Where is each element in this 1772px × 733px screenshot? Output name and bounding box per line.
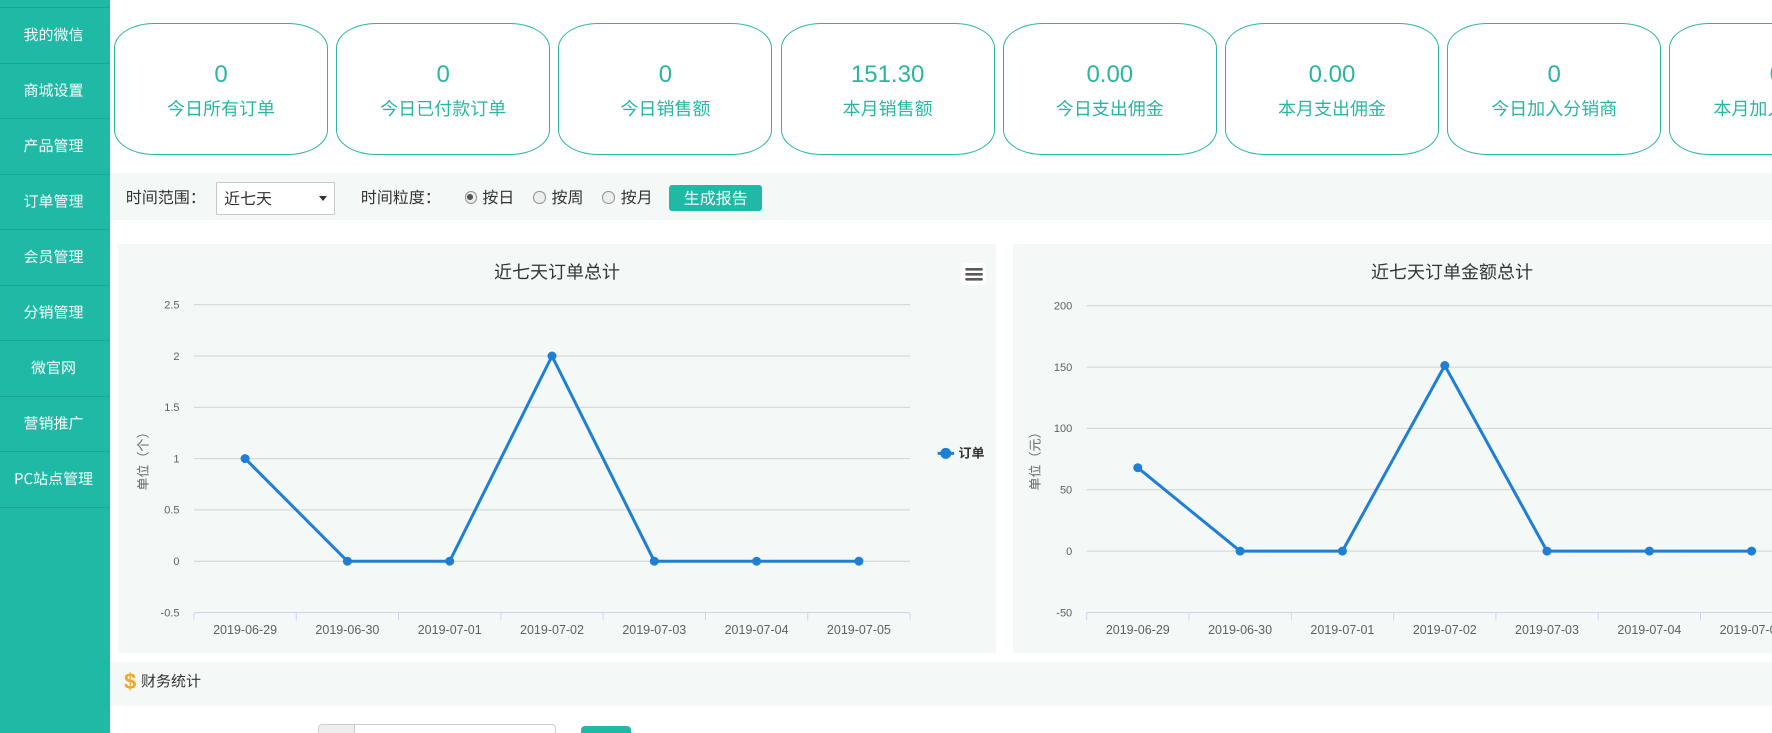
svg-text:2019-07-02: 2019-07-02 — [1413, 622, 1477, 636]
svg-text:2019-06-30: 2019-06-30 — [315, 622, 379, 636]
svg-text:2019-06-30: 2019-06-30 — [1208, 622, 1272, 636]
svg-text:2019-07-03: 2019-07-03 — [622, 622, 686, 636]
svg-text:2019-07-03: 2019-07-03 — [1515, 622, 1579, 636]
svg-text:2: 2 — [173, 350, 179, 362]
svg-text:2019-06-29: 2019-06-29 — [1106, 622, 1170, 636]
svg-text:2.5: 2.5 — [164, 299, 179, 311]
svg-text:2019-07-01: 2019-07-01 — [418, 622, 482, 636]
svg-text:2019-06-29: 2019-06-29 — [213, 622, 277, 636]
svg-text:50: 50 — [1060, 484, 1072, 496]
svg-text:150: 150 — [1054, 361, 1072, 373]
svg-text:1.5: 1.5 — [164, 402, 179, 414]
svg-text:200: 200 — [1054, 300, 1072, 312]
svg-text:0: 0 — [1066, 545, 1072, 557]
svg-text:2019-07-05: 2019-07-05 — [827, 622, 891, 636]
svg-text:-0.5: -0.5 — [161, 607, 180, 619]
svg-text:1: 1 — [173, 453, 179, 465]
svg-text:2019-07-02: 2019-07-02 — [520, 622, 584, 636]
svg-text:2019-07-04: 2019-07-04 — [725, 622, 789, 636]
svg-text:0.5: 0.5 — [164, 504, 179, 516]
svg-text:100: 100 — [1054, 423, 1072, 435]
svg-text:0: 0 — [173, 556, 179, 568]
svg-text:2019-07-05: 2019-07-05 — [1720, 622, 1772, 636]
svg-text:2019-07-04: 2019-07-04 — [1617, 622, 1681, 636]
svg-text:-50: -50 — [1056, 607, 1072, 619]
svg-text:2019-07-01: 2019-07-01 — [1310, 622, 1374, 636]
